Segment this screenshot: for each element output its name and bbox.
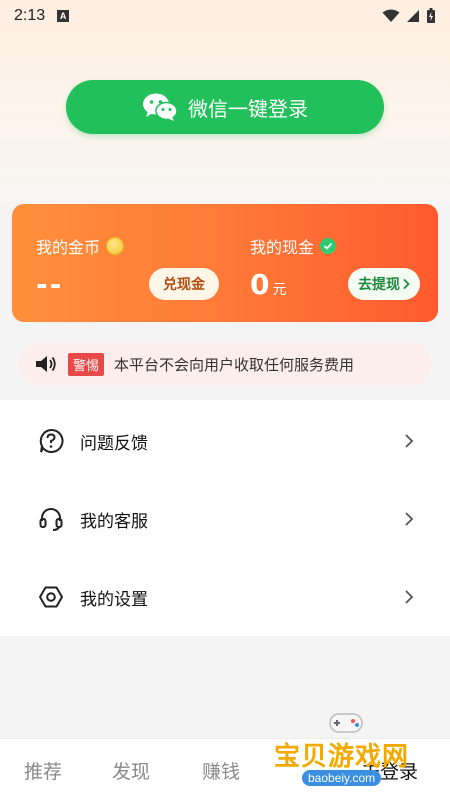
cash-title: 我的现金 [250, 234, 337, 258]
chevron-right-icon [403, 278, 410, 290]
menu-item-label: 我的设置 [80, 589, 148, 610]
wechat-login-label: 微信一键登录 [188, 96, 308, 121]
menu-list: 问题反馈 我的客服 我的设置 [0, 400, 450, 636]
cash-title-label: 我的现金 [250, 238, 315, 257]
coin-title-label: 我的金币 [36, 238, 101, 257]
cash-value: 0 元 [250, 268, 286, 301]
withdraw-label: 去提现 [358, 277, 400, 293]
menu-item-feedback[interactable]: 问题反馈 [0, 402, 450, 480]
menu-item-customer-service[interactable]: 我的客服 [0, 480, 450, 558]
menu-item-label: 问题反馈 [80, 433, 148, 454]
verified-check-icon [320, 238, 337, 254]
tab-earn[interactable]: 赚钱 [202, 757, 240, 784]
question-icon [38, 428, 64, 454]
status-a-icon: A [57, 10, 70, 22]
wechat-login-button[interactable]: 微信一键登录 [66, 80, 384, 134]
menu-item-label: 我的客服 [80, 511, 148, 532]
chevron-right-icon [405, 512, 414, 526]
gamepad-icon [329, 713, 363, 733]
cash-amount: 0 [250, 268, 270, 301]
notice-banner: 警惕 本平台不会向用户收取任何服务费用 [18, 342, 432, 386]
signal-icon [407, 10, 419, 22]
tab-discover[interactable]: 发现 [112, 757, 150, 784]
notice-badge: 警惕 [68, 352, 105, 376]
wallet-card: 我的金币 -- 兑现金 我的现金 0 元 去提现 [12, 204, 438, 322]
coin-icon [106, 237, 125, 255]
wechat-icon [143, 93, 178, 121]
settings-icon [38, 584, 64, 610]
tab-not-logged-in[interactable]: 未登录 [361, 757, 418, 784]
withdraw-button[interactable]: 去提现 [348, 268, 420, 300]
chevron-right-icon [405, 590, 414, 604]
coin-value: -- [36, 268, 64, 301]
chevron-right-icon [405, 434, 414, 448]
notice-text: 本平台不会向用户收取任何服务费用 [114, 355, 355, 374]
bottom-tab-bar: 推荐 发现 赚钱 未登录 [0, 738, 450, 800]
tab-recommend[interactable]: 推荐 [24, 757, 62, 784]
status-bar: 2:13 A [0, 0, 450, 32]
battery-icon [427, 8, 435, 23]
cash-unit: 元 [272, 282, 287, 298]
status-icons [382, 8, 436, 24]
menu-item-settings[interactable]: 我的设置 [0, 558, 450, 636]
headset-icon [38, 506, 64, 532]
wifi-icon [382, 9, 400, 22]
coin-title: 我的金币 [36, 234, 125, 258]
speaker-icon [36, 356, 56, 372]
exchange-cash-button[interactable]: 兑现金 [149, 268, 219, 300]
status-time: 2:13 [14, 7, 46, 24]
